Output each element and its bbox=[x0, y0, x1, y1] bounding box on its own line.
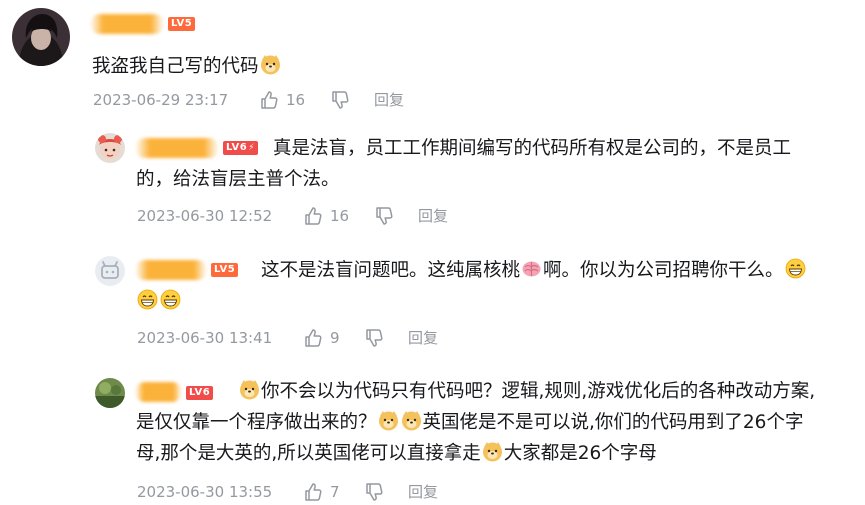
level-badge: LV5 bbox=[211, 263, 239, 277]
comment-text: 我盗我自己写的代码 bbox=[92, 51, 282, 82]
comment-text: 这不是法盲问题吧。这纯属核桃 啊。你以为公司招聘你干么。 bbox=[261, 255, 807, 286]
like-count: 7 bbox=[330, 483, 340, 501]
comment-text: 真是法盲，员工工作期间编写的代码所有权是公司的，不是员工 bbox=[273, 133, 791, 164]
username-redacted[interactable] bbox=[135, 138, 219, 158]
comment-4: LV6 你不会以为代码只有代码吧？逻辑,规则,游戏优化后的各种改动方案, 是仅仅… bbox=[0, 372, 865, 505]
timestamp: 2023-06-30 13:55 bbox=[137, 483, 273, 501]
avatar[interactable] bbox=[95, 256, 125, 286]
doge-emoji-icon bbox=[401, 410, 422, 431]
avatar[interactable] bbox=[95, 133, 125, 163]
comment-text-line: 母,那个是大英的,所以英国佬可以直接拿走 bbox=[136, 443, 481, 464]
thumbs-up-icon[interactable] bbox=[303, 328, 323, 348]
doge-emoji-icon bbox=[482, 441, 503, 462]
comment-text bbox=[136, 286, 182, 317]
timestamp: 2023-06-30 12:52 bbox=[137, 207, 273, 225]
grinning-emoji-icon bbox=[785, 258, 806, 279]
thumbs-down-icon[interactable] bbox=[364, 482, 384, 502]
reply-button[interactable]: 回复 bbox=[408, 481, 438, 503]
doge-emoji-icon bbox=[239, 379, 260, 400]
level-badge: LV5 bbox=[168, 17, 196, 31]
comment-text-line: 真是法盲，员工工作期间编写的代码所有权是公司的，不是员工 bbox=[273, 138, 792, 159]
comment-text: 是仅仅靠一个程序做出来的？ 英国佬是不是可以说,你们的代码用到了26个字 bbox=[136, 407, 803, 438]
level-badge: LV6 bbox=[186, 386, 214, 400]
comment-text-line: 是仅仅靠一个程序做出来的？ bbox=[136, 412, 377, 433]
like-count: 16 bbox=[286, 91, 306, 109]
comment-text: 母,那个是大英的,所以英国佬可以直接拿走 大家都是26个字母 bbox=[136, 438, 657, 469]
level-badge: LV6⚡ bbox=[223, 141, 259, 155]
comment-meta: 2023-06-30 12:52 16 回复 bbox=[137, 205, 477, 227]
doge-emoji-icon bbox=[260, 54, 281, 75]
grinning-emoji-icon bbox=[160, 289, 181, 310]
timestamp: 2023-06-29 23:17 bbox=[93, 91, 229, 109]
comment-text-line: 我盗我自己写的代码 bbox=[92, 56, 259, 77]
thumbs-down-icon[interactable] bbox=[330, 90, 350, 110]
timestamp: 2023-06-30 13:41 bbox=[137, 329, 273, 347]
lightning-icon: ⚡ bbox=[248, 143, 256, 153]
thumbs-down-icon[interactable] bbox=[364, 328, 384, 348]
username-redacted[interactable] bbox=[135, 382, 182, 402]
username-redacted[interactable] bbox=[135, 260, 207, 280]
level-text: LV6 bbox=[226, 142, 248, 153]
comment-text: 的，给法盲层主普个法。 bbox=[136, 164, 340, 195]
thumbs-up-icon[interactable] bbox=[303, 206, 323, 226]
username-redacted[interactable] bbox=[90, 14, 164, 34]
thumbs-up-icon[interactable] bbox=[259, 90, 279, 110]
comment-text-line: 的，给法盲层主普个法。 bbox=[136, 169, 340, 190]
thumbs-down-icon[interactable] bbox=[374, 206, 394, 226]
comment-text-line: 大家都是26个字母 bbox=[503, 443, 657, 464]
comment-meta: 2023-06-30 13:55 7 回复 bbox=[137, 481, 477, 503]
comment-text-line: 你不会以为代码只有代码吧？逻辑,规则,游戏优化后的各种改动方案, bbox=[261, 381, 816, 402]
brain-emoji-icon bbox=[521, 258, 542, 279]
comment-meta: 2023-06-29 23:17 16 回复 bbox=[93, 89, 433, 111]
thumbs-up-icon[interactable] bbox=[303, 482, 323, 502]
comment-meta: 2023-06-30 13:41 9 回复 bbox=[137, 327, 477, 349]
avatar[interactable] bbox=[95, 378, 125, 408]
grinning-emoji-icon bbox=[137, 289, 158, 310]
doge-emoji-icon bbox=[378, 410, 399, 431]
like-count: 16 bbox=[330, 207, 350, 225]
comment-text: 你不会以为代码只有代码吧？逻辑,规则,游戏优化后的各种改动方案, bbox=[238, 376, 815, 407]
comment-text-line: 啊。你以为公司招聘你干么。 bbox=[543, 260, 784, 281]
avatar[interactable] bbox=[12, 8, 70, 66]
comment-3: LV5 这不是法盲问题吧。这纯属核桃 啊。你以为公司招聘你干么。 2023-06-… bbox=[0, 248, 865, 358]
comment-text-line: 英国佬是不是可以说,你们的代码用到了26个字 bbox=[422, 412, 804, 433]
comment-2: LV6⚡ 真是法盲，员工工作期间编写的代码所有权是公司的，不是员工 的，给法盲层… bbox=[0, 120, 865, 232]
reply-button[interactable]: 回复 bbox=[408, 327, 438, 349]
reply-button[interactable]: 回复 bbox=[374, 89, 404, 111]
like-count: 9 bbox=[330, 329, 340, 347]
comment-1: LV5 我盗我自己写的代码 2023-06-29 23:17 16 回复 bbox=[0, 0, 865, 120]
comment-text-line: 这不是法盲问题吧。这纯属核桃 bbox=[261, 260, 521, 281]
reply-button[interactable]: 回复 bbox=[418, 205, 448, 227]
